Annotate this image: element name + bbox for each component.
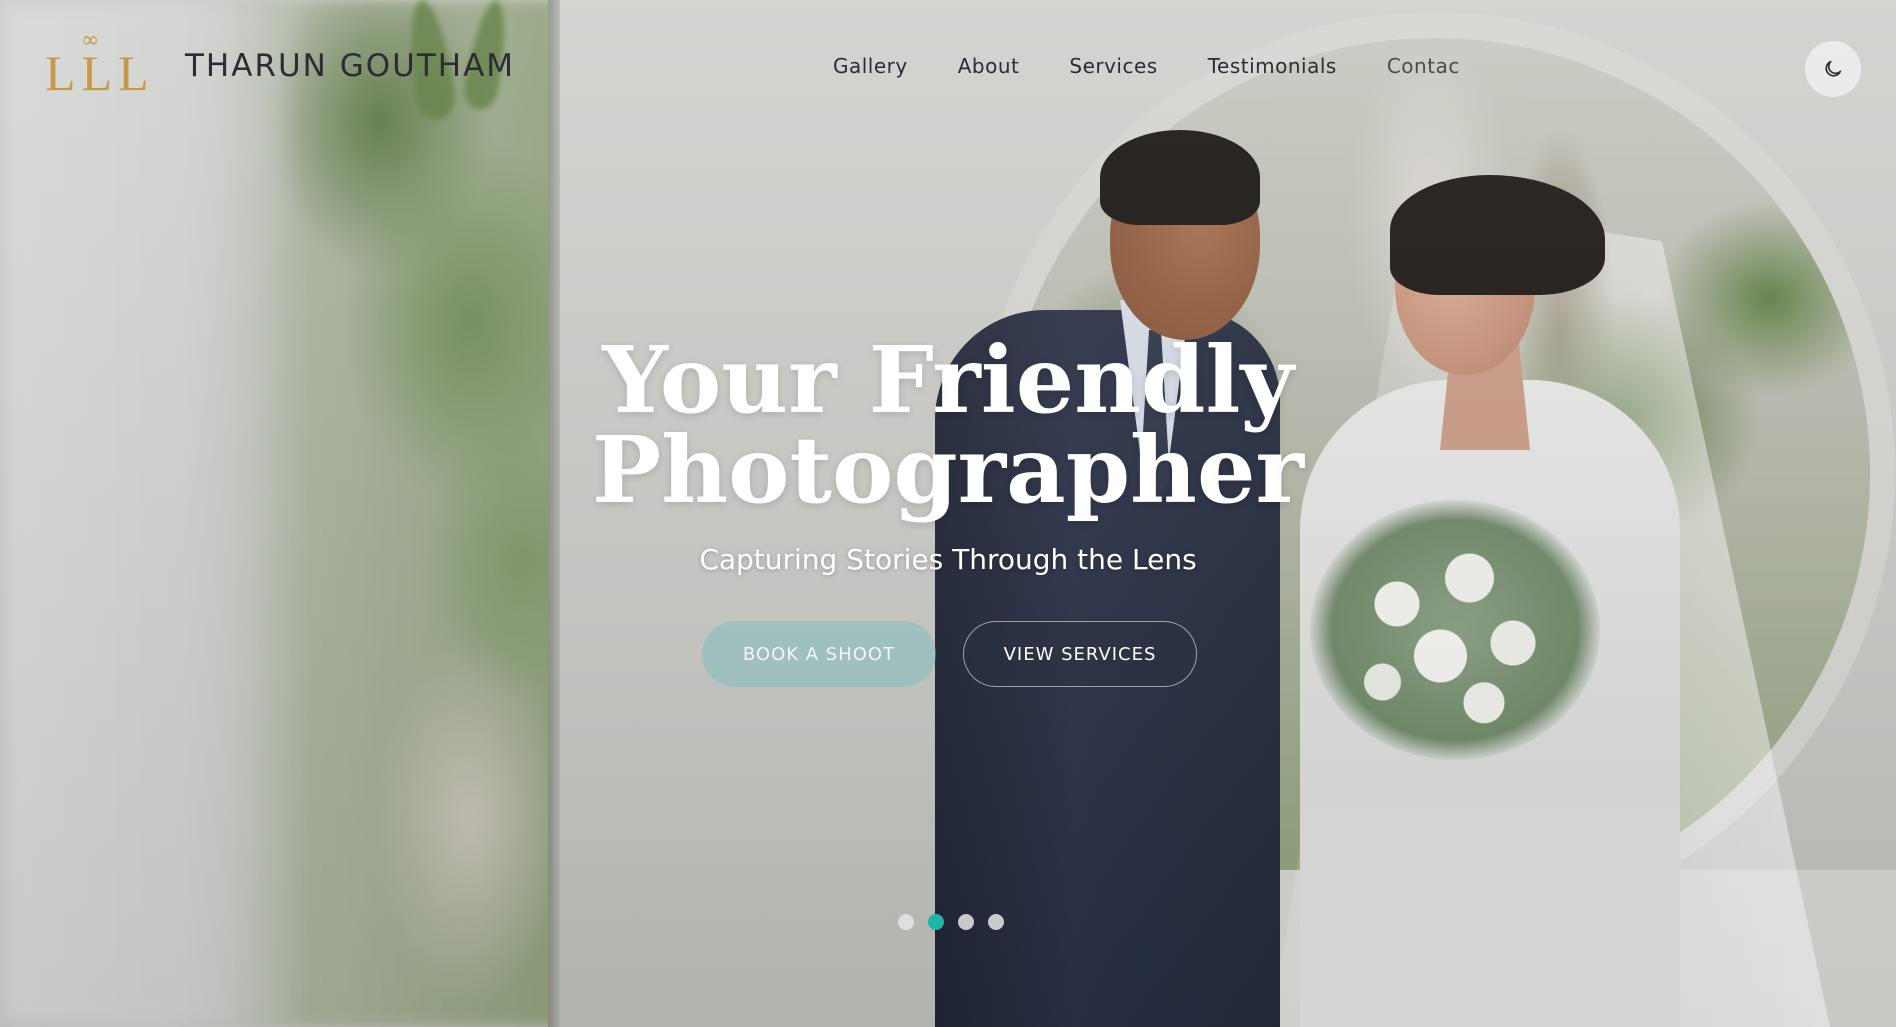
brand-logo[interactable]: ∞ LLL <box>45 28 155 106</box>
nav-testimonials[interactable]: Testimonials <box>1208 54 1337 78</box>
slider-dot-4[interactable] <box>988 914 1004 930</box>
hero-title: Your Friendly Photographer <box>0 326 1896 524</box>
nav-services[interactable]: Services <box>1069 54 1157 78</box>
main-nav: Gallery About Services Testimonials Cont… <box>833 54 1510 78</box>
hero-subtitle: Capturing Stories Through the Lens <box>699 543 1197 576</box>
hero-title-line2: Photographer <box>592 416 1304 524</box>
brand-name[interactable]: THARUN GOUTHAM <box>185 48 515 84</box>
moon-icon <box>1825 60 1842 77</box>
logo-letters: LLL <box>45 45 155 101</box>
nav-contact[interactable]: Contac <box>1387 54 1460 78</box>
site-header: ∞ LLL THARUN GOUTHAM Gallery About Servi… <box>0 0 1896 135</box>
slider-dot-3[interactable] <box>958 914 974 930</box>
slider-dots <box>898 914 1004 930</box>
slider-dot-2[interactable] <box>928 914 944 930</box>
nav-gallery[interactable]: Gallery <box>833 54 908 78</box>
hero-title-line1: Your Friendly <box>602 326 1294 434</box>
nav-about[interactable]: About <box>958 54 1020 78</box>
book-a-shoot-button[interactable]: BOOK A SHOOT <box>702 621 936 687</box>
theme-toggle-button[interactable] <box>1805 41 1861 97</box>
view-services-button[interactable]: VIEW SERVICES <box>963 621 1197 687</box>
slider-dot-1[interactable] <box>898 914 914 930</box>
